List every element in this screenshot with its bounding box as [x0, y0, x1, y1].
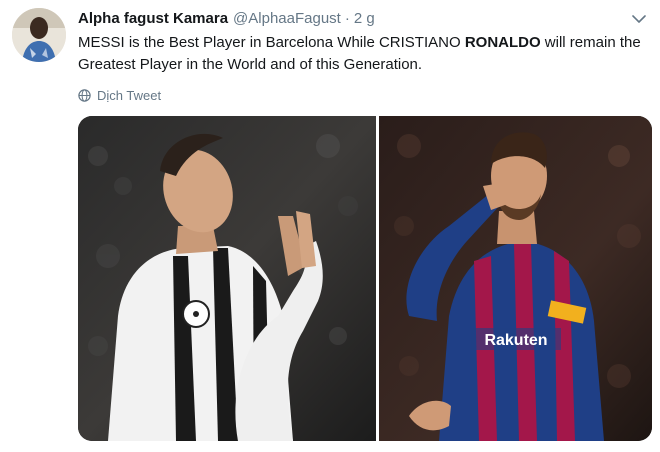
tweet-text-part1: MESSI is the Best Player in Barcelona Wh… [78, 34, 465, 51]
separator-dot: · [344, 10, 350, 27]
ronaldo-juventus-photo[interactable] [78, 116, 376, 441]
tweet-timestamp[interactable]: 2 g [354, 10, 375, 27]
tweet-text: MESSI is the Best Player in Barcelona Wh… [78, 32, 653, 76]
translate-label[interactable]: Dịch Tweet [97, 88, 161, 103]
avatar-image [12, 8, 66, 62]
jersey-sponsor-text: Rakuten [484, 332, 547, 349]
tweet-text-bold: RONALDO [464, 34, 541, 51]
author-handle[interactable]: @AlphaaFagust [233, 10, 341, 27]
translate-tweet-link[interactable]: Dịch Tweet [78, 88, 161, 103]
author-name[interactable]: Alpha fagust Kamara [78, 10, 228, 27]
avatar[interactable] [12, 8, 66, 62]
tweet-header: Alpha fagust Kamara @AlphaaFagust · 2 g [78, 10, 375, 30]
globe-icon [78, 89, 91, 102]
tweet-media[interactable]: Rakuten [78, 116, 652, 441]
tweet-card[interactable]: Alpha fagust Kamara @AlphaaFagust · 2 g … [0, 0, 660, 452]
chevron-down-icon[interactable] [630, 12, 648, 26]
messi-barcelona-photo[interactable]: Rakuten [379, 116, 652, 441]
